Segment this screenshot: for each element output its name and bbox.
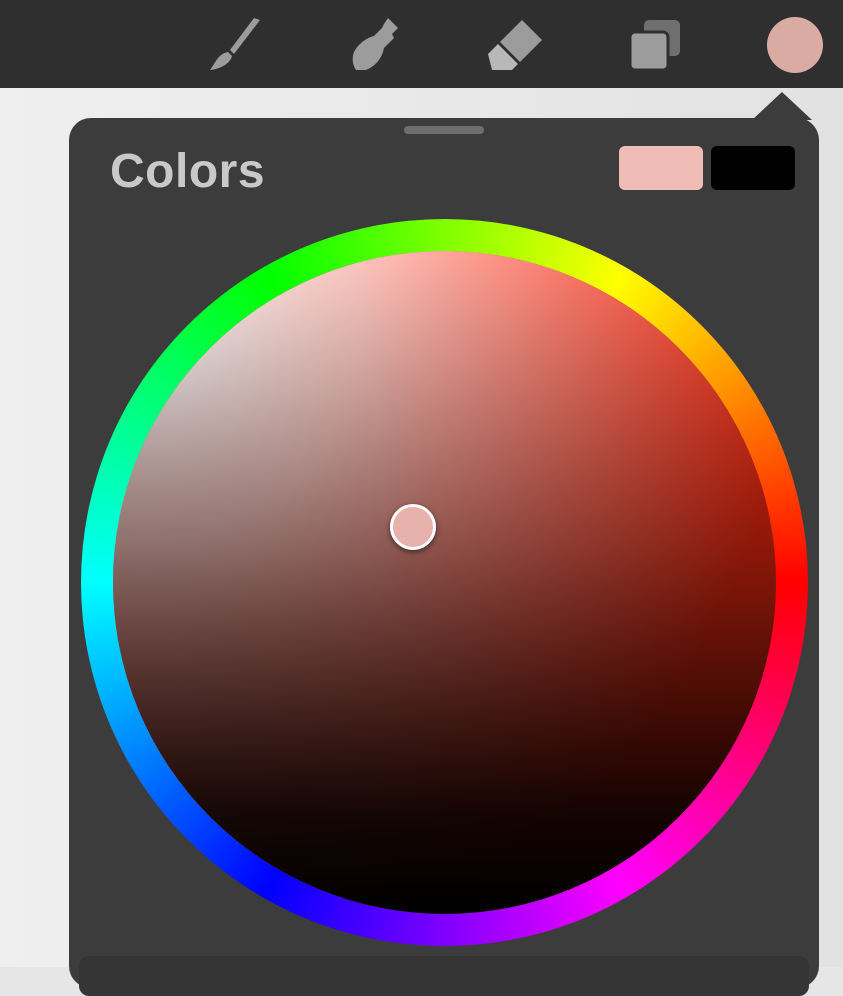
brush-tool-button[interactable] (204, 14, 266, 76)
active-color-button[interactable] (767, 17, 823, 73)
smudge-tool-button[interactable] (344, 14, 406, 76)
layers-tool-button[interactable] (624, 14, 686, 76)
layers-icon (628, 20, 680, 72)
eraser-icon (488, 20, 542, 70)
eraser-tool-button[interactable] (484, 14, 546, 76)
color-wheel (81, 219, 808, 946)
secondary-color-swatch[interactable] (711, 146, 795, 190)
brush-icon (210, 18, 260, 70)
color-picker-handle[interactable] (390, 504, 436, 550)
panel-mode-bar (79, 956, 809, 996)
disc-brightness-layer (113, 251, 776, 914)
top-toolbar (0, 0, 843, 88)
saturation-brightness-disc[interactable] (113, 251, 776, 914)
panel-grabber-handle[interactable] (404, 126, 484, 134)
popover-arrow (752, 92, 812, 120)
primary-color-swatch[interactable] (619, 146, 703, 190)
panel-title: Colors (110, 145, 266, 198)
smudge-icon (352, 18, 398, 70)
